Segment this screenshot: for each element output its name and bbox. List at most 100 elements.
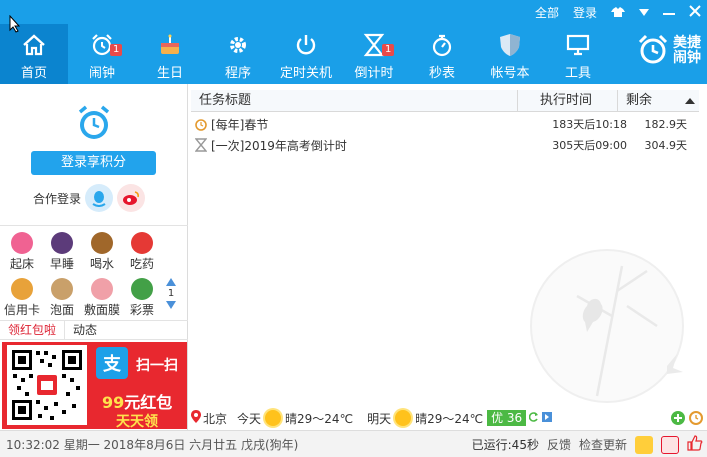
minimize-icon[interactable] (663, 6, 675, 20)
qzone-share-icon[interactable] (635, 435, 653, 454)
sidebar-tabs: 领红包啦 动态 (0, 320, 188, 340)
monitor-icon (565, 32, 591, 58)
tab-label: 程序 (224, 66, 251, 81)
shortcut-lottery[interactable]: 彩票 (122, 278, 162, 318)
shortcut-pager: 1 (166, 278, 176, 309)
task-remaining: 182.9天 (644, 118, 688, 131)
task-title: [每年]春节 (211, 117, 269, 132)
shortcut-drink-water[interactable]: 喝水 (82, 232, 122, 272)
login-link[interactable]: 登录 (573, 4, 597, 21)
money-bag-icon (131, 278, 153, 300)
mouse-cursor-icon (9, 14, 21, 36)
top-toolbar: 全部 登录 首页 1 闹钟 生日 程序 定时关机 1 倒计时 秒表 帐号本 工具… (0, 0, 707, 84)
status-bar: 10:32:02 星期一 2018年8月6日 六月廿五 戊戌(狗年) 已运行:4… (0, 430, 707, 457)
table-row[interactable]: [一次]2019年高考倒计时 305天后09:00 304.9天 (193, 135, 697, 155)
menu-dropdown-icon[interactable] (639, 6, 649, 20)
main-nav: 首页 1 闹钟 生日 程序 定时关机 1 倒计时 秒表 帐号本 工具 (0, 24, 612, 84)
page-number: 1 (167, 288, 175, 299)
running-time: 已运行:45秒 (471, 438, 539, 452)
qq-login-icon[interactable] (85, 184, 114, 212)
alarm-clock-icon (193, 116, 209, 132)
bird-branch-watermark-icon (527, 246, 687, 406)
task-remaining: 304.9天 (644, 139, 688, 152)
column-title[interactable]: 任务标题 (191, 90, 517, 111)
brand-name-line2: 闹钟 (673, 49, 701, 66)
weather-bar: 北京 今天 晴29～24℃ 明天 晴29～24℃ 优 36 (191, 408, 703, 428)
shortcut-face-mask[interactable]: 敷面膜 (82, 278, 122, 318)
cake-icon (157, 32, 183, 58)
tab-shutdown[interactable]: 定时关机 (272, 24, 340, 84)
add-task-icon[interactable] (671, 411, 685, 428)
medicine-box-icon (131, 232, 153, 254)
page-down-icon[interactable] (166, 301, 176, 309)
noodle-bowl-icon (51, 278, 73, 300)
history-clock-icon[interactable] (689, 411, 703, 428)
shortcut-sleep[interactable]: 早睡 (42, 232, 82, 272)
sun-icon (11, 232, 33, 254)
column-exec-time[interactable]: 执行时间 (517, 90, 617, 111)
page-up-icon[interactable] (166, 278, 176, 286)
status-right: 已运行:45秒 反馈 检查更新 (472, 435, 703, 454)
tab-label: 倒计时 (354, 66, 394, 81)
tab-birthday[interactable]: 生日 (136, 24, 204, 84)
air-quality-badge: 优 36 (487, 410, 527, 426)
thumbs-up-icon[interactable] (687, 435, 703, 454)
tab-label: 首页 (20, 66, 47, 81)
tab-label: 秒表 (428, 66, 455, 81)
tab-countdown[interactable]: 1 倒计时 (340, 24, 408, 84)
current-datetime: 10:32:02 星期一 2018年8月6日 六月廿五 戊戌(狗年) (6, 437, 299, 452)
sunny-icon (395, 410, 412, 426)
alipay-ad-banner[interactable]: 支 扫一扫 99元红包 天天领 (2, 342, 187, 430)
shortcut-noodles[interactable]: 泡面 (42, 278, 82, 318)
shortcut-credit-card[interactable]: 信用卡 (2, 278, 42, 318)
tab-program[interactable]: 程序 (204, 24, 272, 84)
brand-name-line1: 美捷 (673, 34, 701, 51)
hourglass-icon (193, 137, 209, 153)
shield-icon (497, 32, 523, 58)
qr-code-icon (7, 345, 87, 425)
tomorrow-label: 明天 (367, 411, 392, 426)
task-time: 183天后10:18 (552, 118, 627, 131)
column-remaining[interactable]: 剩余 (617, 90, 699, 111)
tab-news[interactable]: 动态 (65, 321, 105, 339)
all-link[interactable]: 全部 (535, 4, 559, 21)
sunny-icon (265, 410, 282, 426)
weibo-login-icon[interactable] (117, 184, 146, 212)
skin-icon[interactable] (611, 6, 625, 20)
shortcut-wakeup[interactable]: 起床 (2, 232, 42, 272)
feedback-link[interactable]: 反馈 (547, 436, 571, 453)
shortcut-medicine[interactable]: 吃药 (122, 232, 162, 272)
tab-alarm[interactable]: 1 闹钟 (68, 24, 136, 84)
check-update-link[interactable]: 检查更新 (579, 436, 627, 453)
weibo-share-icon[interactable] (661, 435, 679, 454)
today-temp: 晴29～24℃ (285, 411, 354, 426)
tab-red-packet[interactable]: 领红包啦 (0, 321, 66, 339)
tab-account-book[interactable]: 帐号本 (476, 24, 544, 84)
home-icon (21, 32, 47, 58)
login-points-button[interactable]: 登录享积分 (31, 151, 156, 175)
ad-text: 支 扫一扫 99元红包 天天领 (96, 347, 178, 430)
location-pin-icon[interactable] (191, 410, 201, 426)
city-name[interactable]: 北京 (203, 410, 227, 427)
sort-asc-icon (685, 98, 695, 104)
tab-label: 定时关机 (279, 66, 332, 81)
ad-amount-text: 99元红包 (102, 393, 173, 412)
close-icon[interactable] (689, 5, 701, 20)
reminder-shortcuts: 起床 早睡 喝水 吃药 信用卡 泡面 敷面膜 彩票 (2, 232, 162, 318)
task-panel: 任务标题 执行时间 剩余 [每年]春节 183天后10:18 182.9天 [一… (189, 84, 707, 430)
power-icon (293, 32, 319, 58)
task-title: [一次]2019年高考倒计时 (211, 138, 347, 153)
tomorrow-temp: 晴29～24℃ (415, 411, 484, 426)
stopwatch-icon (429, 32, 455, 58)
alarm-count-badge: 1 (110, 44, 123, 56)
task-table-header: 任务标题 执行时间 剩余 (191, 90, 699, 112)
ad-daily-text: 天天领 (116, 414, 158, 430)
tab-stopwatch[interactable]: 秒表 (408, 24, 476, 84)
table-row[interactable]: [每年]春节 183天后10:18 182.9天 (193, 114, 697, 134)
credit-card-icon (11, 278, 33, 300)
expand-arrow-icon[interactable] (542, 411, 553, 425)
gear-icon (225, 32, 251, 58)
refresh-icon[interactable] (529, 411, 539, 425)
task-time: 305天后09:00 (552, 139, 627, 152)
tab-tools[interactable]: 工具 (544, 24, 612, 84)
